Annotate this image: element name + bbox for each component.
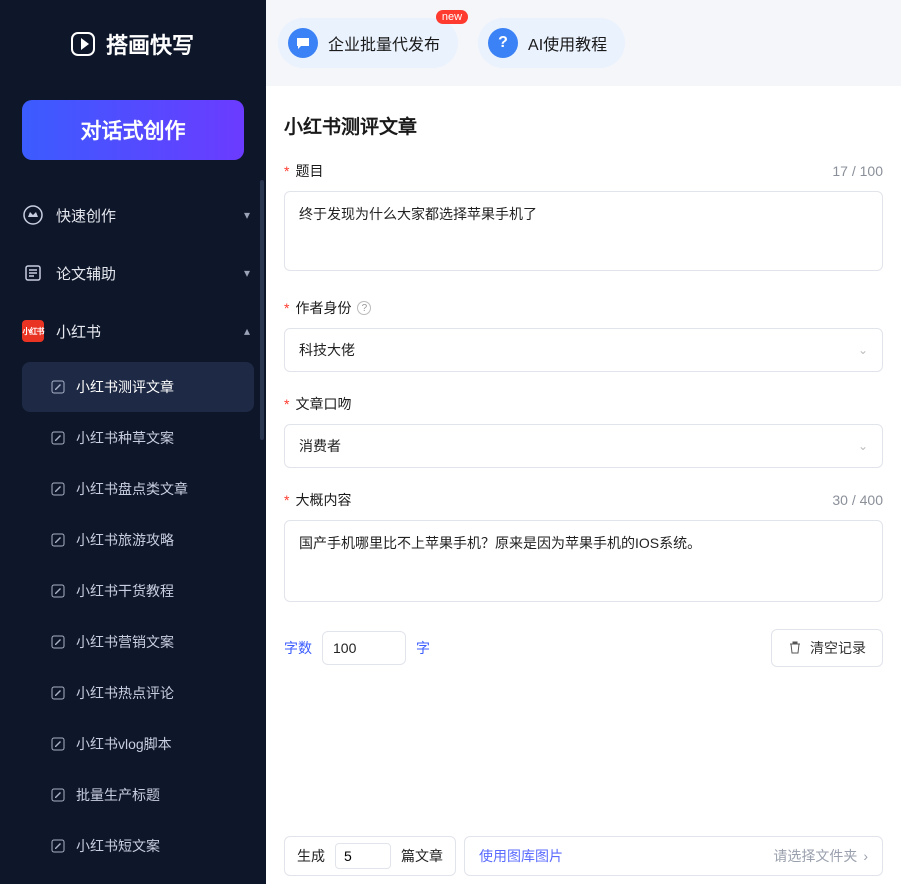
wordcount-label-left: 字数 bbox=[284, 638, 312, 658]
field-label-topic: *题目 bbox=[284, 161, 323, 181]
edit-icon bbox=[50, 379, 66, 395]
gallery-select-box: 使用图库图片 请选择文件夹 › bbox=[464, 836, 883, 876]
sidebar-item-short-copy[interactable]: 小红书短文案 bbox=[22, 821, 254, 871]
sidebar-item-roundup[interactable]: 小红书盘点类文章 bbox=[22, 464, 254, 514]
brand-icon bbox=[68, 29, 98, 59]
summary-input[interactable] bbox=[284, 520, 883, 602]
edit-icon bbox=[50, 838, 66, 854]
field-label-tone: *文章口吻 bbox=[284, 394, 351, 414]
article-count-input[interactable] bbox=[335, 843, 391, 869]
enterprise-publish-button[interactable]: 企业批量代发布 new bbox=[278, 18, 458, 68]
help-icon[interactable]: ? bbox=[357, 301, 371, 315]
field-label-author: *作者身份 ? bbox=[284, 298, 371, 318]
brand-name: 搭画快写 bbox=[106, 28, 194, 60]
scrollbar[interactable] bbox=[260, 180, 264, 440]
footer-bar: 生成 篇文章 使用图库图片 请选择文件夹 › bbox=[266, 836, 901, 884]
trash-icon bbox=[788, 640, 802, 657]
edit-icon bbox=[50, 481, 66, 497]
sidebar-item-review-article[interactable]: 小红书测评文章 bbox=[22, 362, 254, 412]
wordcount-label-right: 字 bbox=[416, 638, 430, 658]
content-area: 小红书测评文章 *题目 17 / 100 *作者身份 ? 科技大佬 ⌄ bbox=[266, 86, 901, 836]
field-topic: *题目 17 / 100 bbox=[284, 161, 883, 276]
brand-logo: 搭画快写 bbox=[0, 0, 266, 88]
chevron-down-icon: ▾ bbox=[244, 208, 250, 222]
edit-icon bbox=[50, 787, 66, 803]
xiaohongshu-icon: 小红书 bbox=[22, 320, 44, 342]
generate-count-box: 生成 篇文章 bbox=[284, 836, 456, 876]
sidebar-item-tutorial[interactable]: 小红书干货教程 bbox=[22, 566, 254, 616]
crown-icon bbox=[22, 204, 44, 226]
main: 企业批量代发布 new ? AI使用教程 小红书测评文章 *题目 17 / 10… bbox=[266, 0, 901, 884]
field-tone: *文章口吻 消费者 ⌄ bbox=[284, 394, 883, 468]
topbar: 企业批量代发布 new ? AI使用教程 bbox=[266, 0, 901, 86]
question-icon: ? bbox=[488, 28, 518, 58]
clear-button[interactable]: 清空记录 bbox=[771, 629, 883, 667]
gallery-label: 使用图库图片 bbox=[479, 846, 563, 866]
sidebar-item-batch-titles[interactable]: 批量生产标题 bbox=[22, 770, 254, 820]
chat-icon bbox=[288, 28, 318, 58]
edit-icon bbox=[50, 736, 66, 752]
new-badge: new bbox=[436, 10, 468, 24]
nav-group-xiaohongshu[interactable]: 小红书 小红书 ▴ bbox=[0, 302, 266, 360]
nav-group-label: 快速创作 bbox=[56, 205, 116, 226]
field-author: *作者身份 ? 科技大佬 ⌄ bbox=[284, 298, 883, 372]
author-select[interactable]: 科技大佬 ⌄ bbox=[284, 328, 883, 372]
chevron-down-icon: ▾ bbox=[244, 266, 250, 280]
topic-input[interactable] bbox=[284, 191, 883, 271]
edit-icon bbox=[50, 685, 66, 701]
sidebar: 搭画快写 对话式创作 快速创作 ▾ 论文辅助 ▾ 小红书 小红书 ▴ 小红书测评… bbox=[0, 0, 266, 884]
sidebar-item-marketing-copy[interactable]: 小红书营销文案 bbox=[22, 617, 254, 667]
nav-subitems: 小红书测评文章 小红书种草文案 小红书盘点类文章 小红书旅游攻略 小红书干货教程… bbox=[0, 360, 266, 871]
edit-icon bbox=[50, 634, 66, 650]
nav-group-label: 小红书 bbox=[56, 321, 101, 342]
field-summary: *大概内容 30 / 400 bbox=[284, 490, 883, 607]
sidebar-item-hot-comment[interactable]: 小红书热点评论 bbox=[22, 668, 254, 718]
nav-group-label: 论文辅助 bbox=[56, 263, 116, 284]
page-title: 小红书测评文章 bbox=[284, 112, 883, 139]
chevron-down-icon: ⌄ bbox=[858, 343, 868, 357]
wordcount-input[interactable] bbox=[322, 631, 406, 665]
nav-group-thesis[interactable]: 论文辅助 ▾ bbox=[0, 244, 266, 302]
chevron-right-icon: › bbox=[863, 848, 868, 864]
folder-select[interactable]: 请选择文件夹 › bbox=[773, 846, 868, 866]
dialog-create-button[interactable]: 对话式创作 bbox=[22, 100, 244, 160]
edit-icon bbox=[50, 583, 66, 599]
sidebar-item-vlog-script[interactable]: 小红书vlog脚本 bbox=[22, 719, 254, 769]
document-icon bbox=[22, 262, 44, 284]
counter-summary: 30 / 400 bbox=[832, 492, 883, 508]
wordcount-row: 字数 字 清空记录 bbox=[284, 629, 883, 667]
gen-suffix: 篇文章 bbox=[401, 846, 443, 866]
nav-group-quick-create[interactable]: 快速创作 ▾ bbox=[0, 186, 266, 244]
gen-prefix: 生成 bbox=[297, 846, 325, 866]
counter-topic: 17 / 100 bbox=[832, 163, 883, 179]
ai-tutorial-button[interactable]: ? AI使用教程 bbox=[478, 18, 625, 68]
chevron-down-icon: ⌄ bbox=[858, 439, 868, 453]
edit-icon bbox=[50, 532, 66, 548]
sidebar-item-travel-guide[interactable]: 小红书旅游攻略 bbox=[22, 515, 254, 565]
edit-icon bbox=[50, 430, 66, 446]
sidebar-item-seeding-copy[interactable]: 小红书种草文案 bbox=[22, 413, 254, 463]
field-label-summary: *大概内容 bbox=[284, 490, 351, 510]
chevron-up-icon: ▴ bbox=[244, 324, 250, 338]
tone-select[interactable]: 消费者 ⌄ bbox=[284, 424, 883, 468]
